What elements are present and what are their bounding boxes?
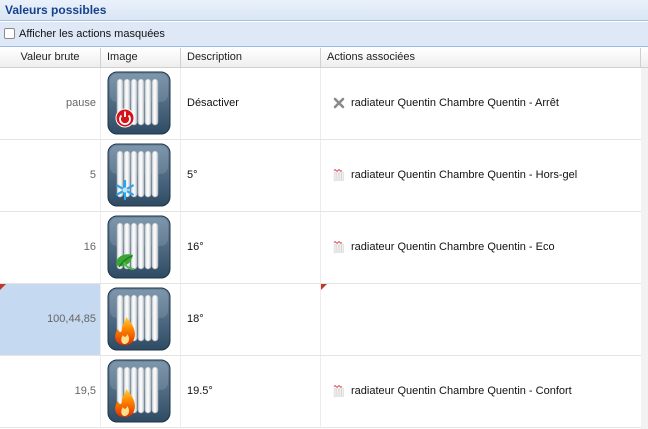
raw-value-cell[interactable]: pause <box>0 68 101 139</box>
raw-value-cell[interactable]: 19,5 <box>0 356 101 427</box>
radiator-icon <box>332 384 346 398</box>
radiator-flame-icon <box>107 287 171 351</box>
toolbar: Afficher les actions masquées <box>0 22 648 47</box>
panel-header: Valeurs possibles <box>0 0 648 21</box>
associated-action-text: radiateur Quentin Chambre Quentin - Hors… <box>351 169 578 181</box>
column-header-raw-value[interactable]: Valeur brute <box>0 48 101 67</box>
radiator-power-icon <box>107 71 171 135</box>
table-row[interactable]: 5 5° radiateur Quentin Chambre Quentin -… <box>0 140 641 212</box>
table-row[interactable]: 19,5 19.5° radiateur Quentin Chambre Que… <box>0 356 641 428</box>
radiator-icon <box>332 168 346 182</box>
image-cell[interactable] <box>101 356 181 427</box>
associated-action-text: radiateur Quentin Chambre Quentin - Eco <box>351 241 555 253</box>
radiator-icon <box>332 240 346 254</box>
actions-cell[interactable]: radiateur Quentin Chambre Quentin - Conf… <box>321 356 641 427</box>
description-cell[interactable]: 16° <box>181 212 321 283</box>
radiator-eco-icon <box>107 215 171 279</box>
radiator-flame-icon <box>107 359 171 423</box>
table-row[interactable]: 16 16° radiateur Quentin Chambre Quentin… <box>0 212 641 284</box>
column-header-description[interactable]: Description <box>181 48 321 67</box>
panel-title: Valeurs possibles <box>5 3 107 17</box>
associated-action-text: radiateur Quentin Chambre Quentin - Arrê… <box>351 97 559 109</box>
image-cell[interactable] <box>101 68 181 139</box>
description-cell[interactable]: 19.5° <box>181 356 321 427</box>
raw-value-cell[interactable]: 100,44,85 <box>0 284 101 355</box>
raw-value-text: pause <box>66 97 96 109</box>
actions-cell[interactable]: radiateur Quentin Chambre Quentin - Hors… <box>321 140 641 211</box>
image-cell[interactable] <box>101 284 181 355</box>
description-cell[interactable]: 18° <box>181 284 321 355</box>
image-cell[interactable] <box>101 212 181 283</box>
actions-cell[interactable] <box>321 284 641 355</box>
raw-value-text: 19,5 <box>74 385 96 397</box>
description-cell[interactable]: Désactiver <box>181 68 321 139</box>
raw-value-cell[interactable]: 5 <box>0 140 101 211</box>
actions-cell[interactable]: radiateur Quentin Chambre Quentin - Eco <box>321 212 641 283</box>
column-header-actions[interactable]: Actions associées <box>321 48 641 67</box>
modified-cell-marker <box>321 284 327 290</box>
show-hidden-actions-label[interactable]: Afficher les actions masquées <box>19 28 165 40</box>
close-icon <box>332 96 346 110</box>
modified-cell-marker <box>0 284 6 290</box>
show-hidden-actions-checkbox[interactable] <box>4 28 15 39</box>
raw-value-cell[interactable]: 16 <box>0 212 101 283</box>
associated-action-text: radiateur Quentin Chambre Quentin - Conf… <box>351 385 572 397</box>
image-cell[interactable] <box>101 140 181 211</box>
radiator-snowflake-icon <box>107 143 171 207</box>
column-header-image[interactable]: Image <box>101 48 181 67</box>
vertical-scrollbar[interactable] <box>641 68 648 429</box>
grid-header: Valeur brute Image Description Actions a… <box>0 48 648 68</box>
raw-value-text: 16 <box>83 241 96 253</box>
actions-cell[interactable]: radiateur Quentin Chambre Quentin - Arrê… <box>321 68 641 139</box>
raw-value-text: 5 <box>89 169 96 181</box>
table-row[interactable]: pause Désactiver radiateur Quentin Chamb… <box>0 68 641 140</box>
raw-value-text: 100,44,85 <box>47 313 96 325</box>
table-row[interactable]: 100,44,85 18° <box>0 284 641 356</box>
description-cell[interactable]: 5° <box>181 140 321 211</box>
